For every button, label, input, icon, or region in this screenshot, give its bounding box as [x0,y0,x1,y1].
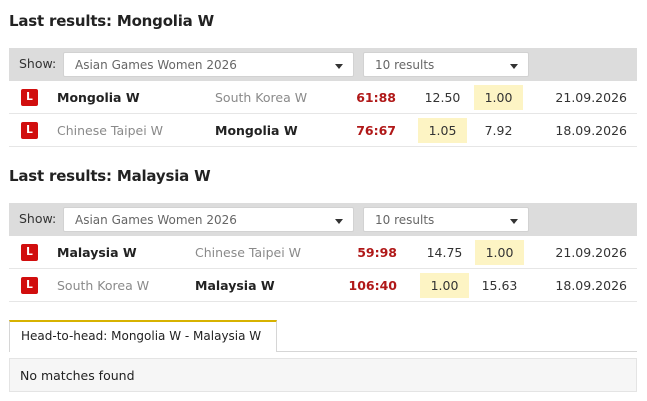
chevron-down-icon [510,219,518,224]
match-date: 21.09.2026 [555,90,627,105]
show-label: Show: [19,56,57,71]
loss-badge: L [21,89,38,106]
odd-home[interactable]: 1.05 [418,118,467,143]
tab-head-to-head-label: Head-to-head: Mongolia W - Malaysia W [21,329,262,343]
away-team: Malaysia W [195,278,275,293]
empty-state-text: No matches found [20,368,135,383]
chevron-down-icon [510,64,518,69]
odd-home[interactable]: 14.75 [420,240,469,265]
away-team: Chinese Taipei W [195,245,302,260]
match-date: 21.09.2026 [555,245,627,260]
away-team: Mongolia W [215,123,298,138]
filter-bar-malaysia: Show: Asian Games Women 2026 10 results [9,203,637,236]
away-team: South Korea W [215,90,308,105]
odd-home[interactable]: 12.50 [418,85,467,110]
results-count-select[interactable]: 10 results [363,207,529,232]
odd-away[interactable]: 1.00 [475,240,524,265]
empty-state: No matches found [9,358,637,392]
match-score: 59:98 [357,245,397,260]
home-team: Malaysia W [57,245,137,260]
competition-select[interactable]: Asian Games Women 2026 [63,207,354,232]
home-team: Mongolia W [57,90,140,105]
odd-home[interactable]: 1.00 [420,273,469,298]
results-count-select-value: 10 results [375,213,435,227]
match-row[interactable]: L South Korea W Malaysia W 106:40 1.00 1… [9,269,637,302]
tab-head-to-head[interactable]: Head-to-head: Mongolia W - Malaysia W [9,320,277,352]
match-row[interactable]: L Chinese Taipei W Mongolia W 76:67 1.05… [9,114,637,147]
section-title-mongolia: Last results: Mongolia W [9,12,214,30]
loss-badge: L [21,122,38,139]
show-label: Show: [19,211,57,226]
home-team: South Korea W [57,278,150,293]
match-score: 61:88 [356,90,396,105]
match-date: 18.09.2026 [555,123,627,138]
competition-select-value: Asian Games Women 2026 [75,58,237,72]
chevron-down-icon [335,64,343,69]
match-row[interactable]: L Mongolia W South Korea W 61:88 12.50 1… [9,81,637,114]
odd-away[interactable]: 7.92 [474,118,523,143]
competition-select[interactable]: Asian Games Women 2026 [63,52,354,77]
match-row[interactable]: L Malaysia W Chinese Taipei W 59:98 14.7… [9,236,637,269]
results-count-select[interactable]: 10 results [363,52,529,77]
results-count-select-value: 10 results [375,58,435,72]
odd-away[interactable]: 1.00 [474,85,523,110]
match-score: 106:40 [348,278,398,293]
tab-divider [277,351,637,352]
filter-bar-mongolia: Show: Asian Games Women 2026 10 results [9,48,637,81]
odd-away[interactable]: 15.63 [475,273,524,298]
section-title-malaysia: Last results: Malaysia W [9,167,211,185]
home-team: Chinese Taipei W [57,123,164,138]
chevron-down-icon [335,219,343,224]
competition-select-value: Asian Games Women 2026 [75,213,237,227]
match-score: 76:67 [356,123,396,138]
match-date: 18.09.2026 [555,278,627,293]
loss-badge: L [21,277,38,294]
loss-badge: L [21,244,38,261]
